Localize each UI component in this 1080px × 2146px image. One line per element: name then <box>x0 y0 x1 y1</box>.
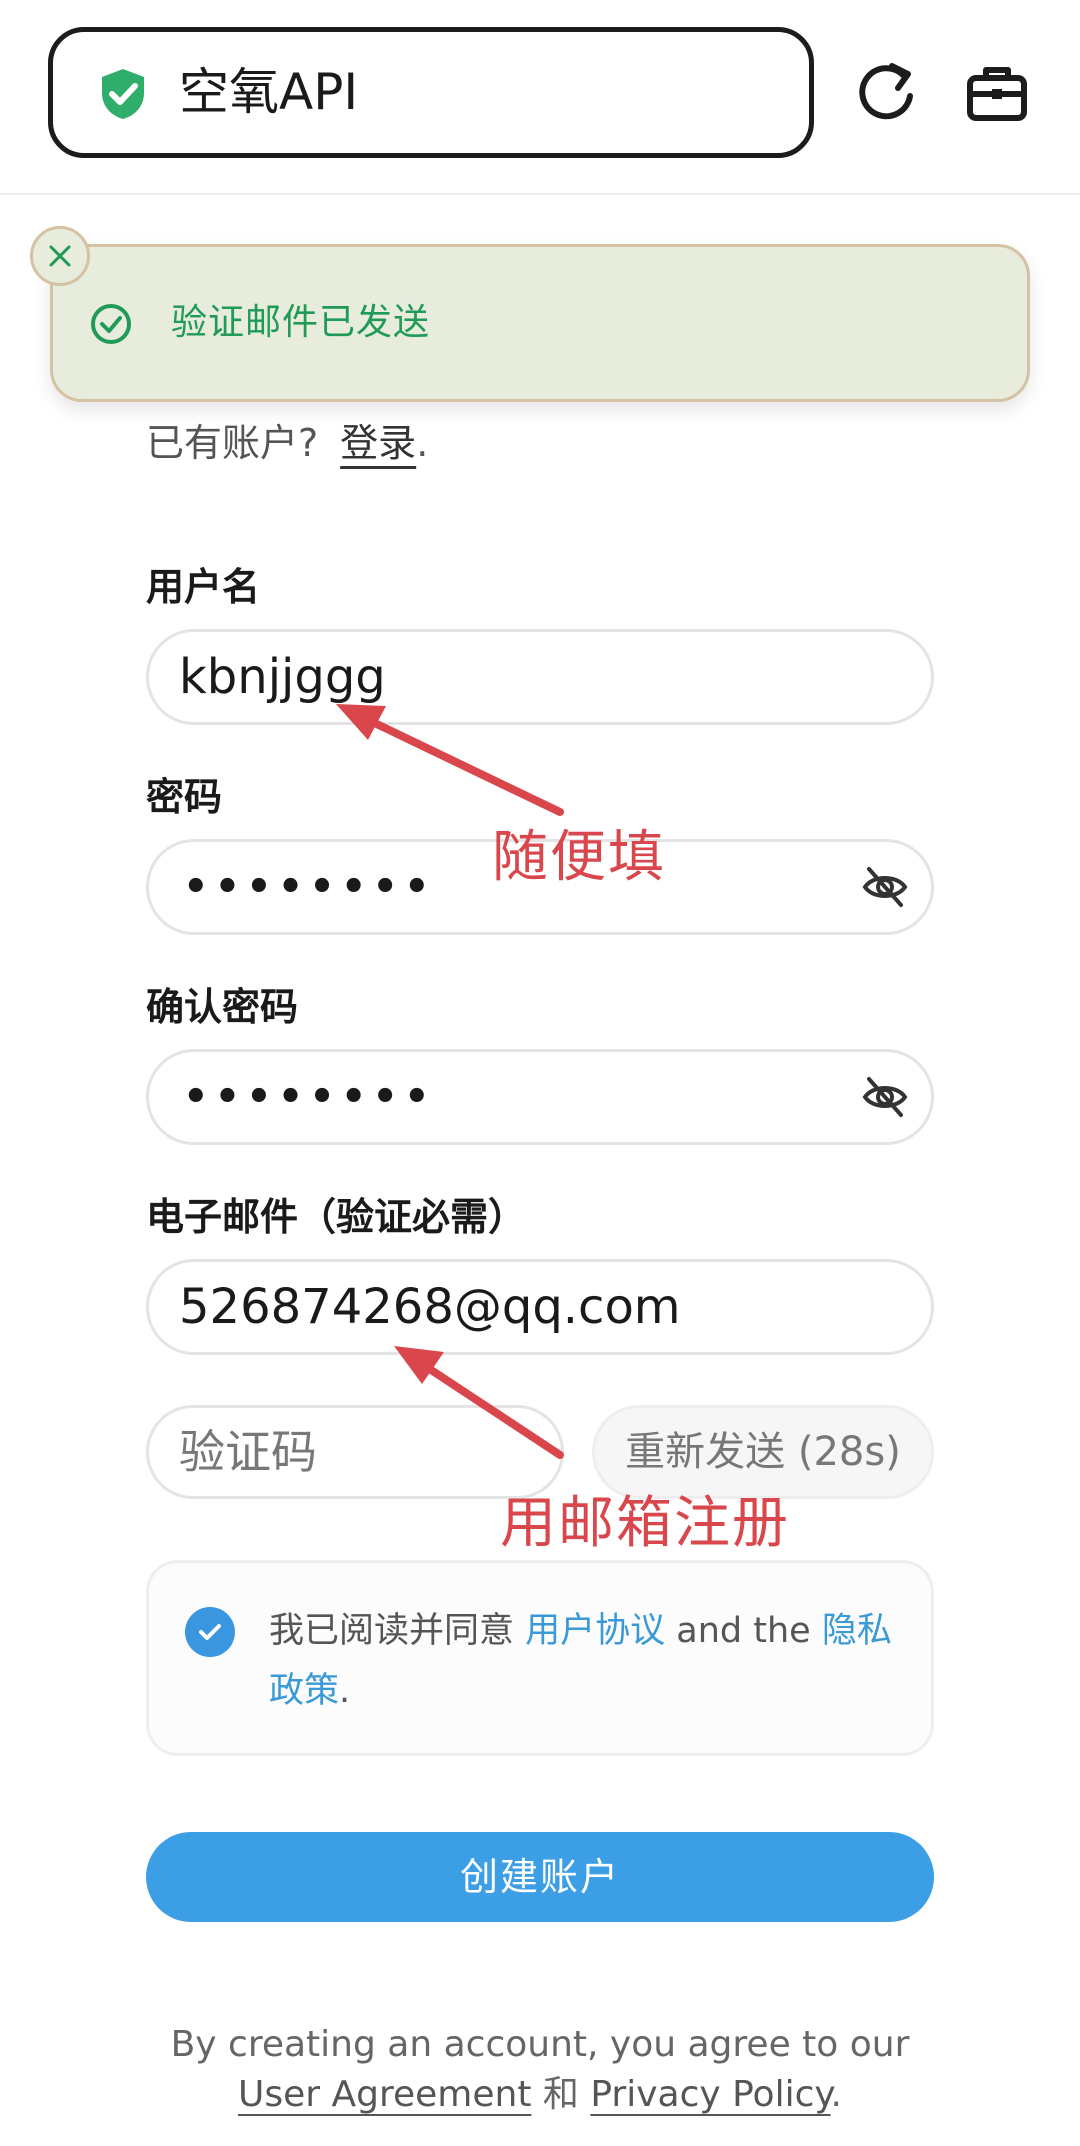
agreement-checkbox[interactable] <box>185 1607 235 1657</box>
agreement-middle: and the <box>665 1611 822 1651</box>
check-circle-icon <box>91 304 131 344</box>
toolbox-icon[interactable] <box>962 58 1032 128</box>
eye-off-icon[interactable] <box>861 865 909 909</box>
email-annotation: 用邮箱注册 <box>500 1491 790 1556</box>
confirm-password-input[interactable]: •••••••• <box>146 1049 934 1145</box>
eye-off-icon[interactable] <box>861 1075 909 1119</box>
login-hint-text: 已有账户? <box>146 421 319 465</box>
close-icon <box>49 245 71 267</box>
browser-toolbar: 空氧API <box>0 0 1080 195</box>
username-label: 用户名 <box>146 565 261 609</box>
user-agreement-link[interactable]: 用户协议 <box>525 1611 665 1651</box>
footer-suffix: . <box>830 2074 842 2115</box>
login-hint: 已有账户? 登录. <box>146 412 428 467</box>
login-link[interactable]: 登录 <box>340 421 416 465</box>
username-annotation: 随便填 <box>492 825 666 890</box>
checkmark-icon <box>199 1624 221 1640</box>
password-label: 密码 <box>146 775 223 819</box>
create-account-button[interactable]: 创建账户 <box>146 1832 934 1922</box>
agreement-prefix: 我已阅读并同意 <box>269 1611 526 1651</box>
agreement-text: 我已阅读并同意 用户协议 and the 隐私政策. <box>269 1601 909 1721</box>
shield-check-icon <box>102 69 144 119</box>
toast-close-button[interactable] <box>30 226 90 286</box>
confirm-password-value: •••••••• <box>183 1074 436 1120</box>
email-input[interactable]: 526874268@qq.com <box>146 1259 934 1355</box>
address-text: 空氧API <box>179 63 359 121</box>
verification-code-placeholder: 验证码 <box>179 1425 317 1479</box>
footer-middle: 和 <box>531 2074 591 2115</box>
footer-prefix: By creating an account, you agree to our <box>170 2024 910 2065</box>
password-value: •••••••• <box>183 864 436 910</box>
username-input[interactable]: kbnjjggg <box>146 629 934 725</box>
address-bar[interactable]: 空氧API <box>48 27 814 158</box>
confirm-password-label: 确认密码 <box>146 985 299 1029</box>
toast-message: 验证邮件已发送 <box>171 302 431 343</box>
email-value: 526874268@qq.com <box>179 1279 681 1335</box>
footer-user-agreement-link[interactable]: User Agreement <box>238 2074 531 2115</box>
agreement-suffix: . <box>339 1671 351 1711</box>
reload-icon[interactable] <box>852 58 922 128</box>
footer-privacy-policy-link[interactable]: Privacy Policy <box>590 2074 830 2115</box>
toast-notification: 验证邮件已发送 <box>50 244 1030 402</box>
login-hint-suffix: . <box>416 421 429 465</box>
email-label: 电子邮件（验证必需） <box>146 1195 527 1239</box>
username-value: kbnjjggg <box>179 649 386 705</box>
footer-terms: By creating an account, you agree to our… <box>140 2020 940 2120</box>
agreement-box: 我已阅读并同意 用户协议 and the 隐私政策. <box>146 1560 934 1756</box>
